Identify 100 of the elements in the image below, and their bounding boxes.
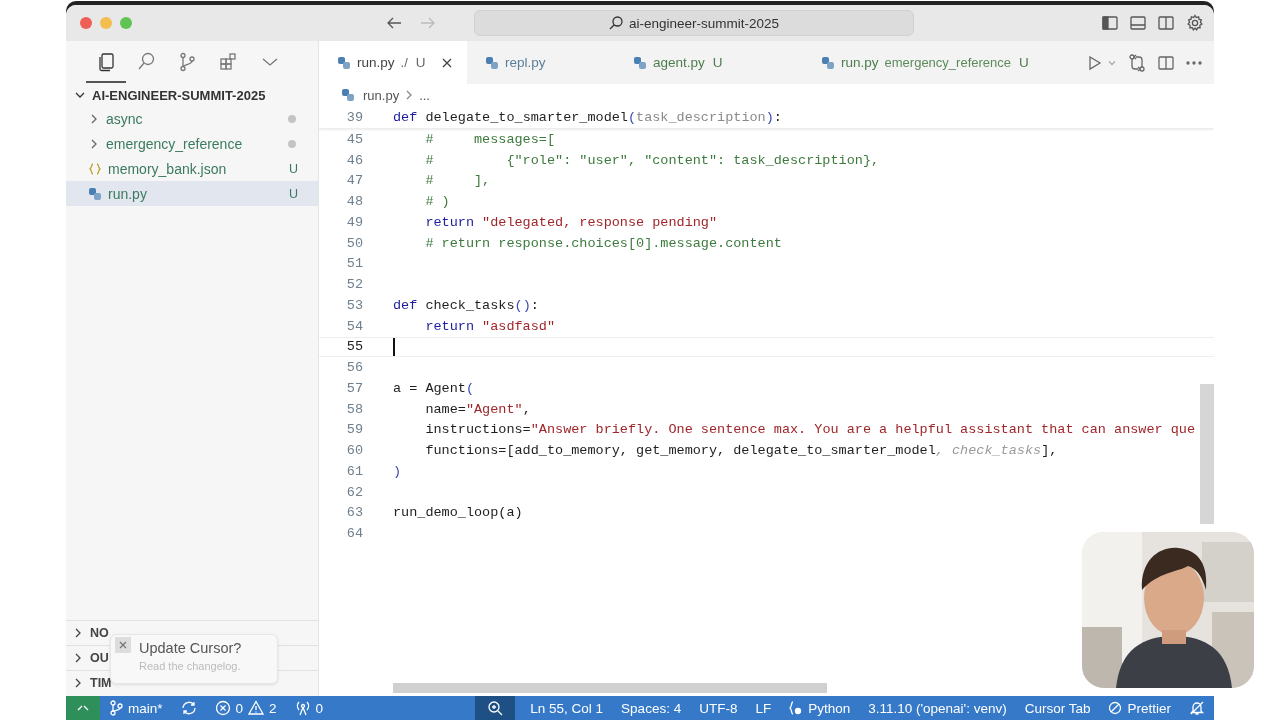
code-line: # ],: [424, 173, 491, 189]
window-control-dot[interactable]: [120, 17, 132, 29]
code-line: run_demo_loop(a): [393, 505, 523, 521]
line-number: 45: [345, 131, 363, 147]
code-line: # messages=[: [424, 131, 556, 147]
line-number: 55: [345, 339, 363, 355]
branch-icon: [109, 700, 123, 716]
python-file-icon: [485, 55, 499, 70]
explorer-root-header[interactable]: AI-ENGINEER-SUMMIT-2025: [66, 84, 318, 106]
zoom-button[interactable]: [475, 696, 516, 720]
run-icon[interactable]: [1088, 54, 1102, 71]
file-tree-item[interactable]: run.py U: [66, 181, 318, 206]
line-number: 51: [345, 256, 363, 272]
code-line: return "delegated, response pending": [424, 214, 718, 230]
compare-changes-icon[interactable]: [1128, 53, 1146, 72]
git-status-letter: U: [288, 161, 298, 176]
line-number: 56: [345, 360, 363, 376]
indentation-button[interactable]: Spaces: 4: [612, 696, 691, 720]
warning-icon: [248, 700, 265, 716]
text-cursor: [393, 337, 395, 356]
code-line: # {"role": "user", "content": task_description},: [424, 152, 880, 168]
window-control-dot[interactable]: [100, 17, 112, 29]
bell-muted-icon: [1189, 700, 1205, 716]
back-arrow-icon[interactable]: [386, 16, 402, 30]
line-number: 57: [345, 380, 363, 396]
code-line: def delegate_to_smarter_model(task_description):: [393, 109, 782, 125]
code-line: # return response.choices[0].message.content: [424, 235, 782, 251]
sync-icon: [180, 700, 197, 716]
file-tree-item[interactable]: memory_bank.json U: [66, 156, 318, 181]
search-icon: [137, 52, 157, 72]
split-layout-icon[interactable]: [1158, 15, 1174, 31]
scrollbar-thumb[interactable]: [1200, 384, 1214, 524]
settings-icon[interactable]: [1186, 14, 1204, 32]
scrollbar-thumb[interactable]: [393, 683, 827, 693]
file-tree-item[interactable]: emergency_reference: [66, 131, 318, 156]
more-actions-icon[interactable]: [1186, 60, 1202, 65]
line-number: 58: [345, 401, 363, 417]
panel-toggle-icon[interactable]: [1130, 15, 1146, 31]
close-button[interactable]: [115, 637, 131, 653]
close-icon: [118, 640, 128, 650]
source-control-icon: [178, 52, 198, 72]
problems-button[interactable]: 0 2: [205, 696, 286, 720]
line-number: 61: [345, 463, 363, 479]
code-line: functions=[add_to_memory, get_memory, delegate_to_smarter_model, check_tasks],: [424, 443, 1058, 459]
python-file-icon: [88, 186, 102, 201]
line-number: 39: [345, 109, 363, 125]
language-button[interactable]: Python: [780, 696, 860, 720]
python-file-icon: [337, 55, 351, 70]
editor-tab[interactable]: run.py emergency_reference U: [803, 41, 1039, 84]
json-file-icon: [88, 161, 102, 176]
search-icon: [608, 16, 623, 30]
code-line: return "asdfasd": [424, 318, 556, 334]
line-number: 52: [345, 277, 363, 293]
code-line: instructions="Answer briefly. One sentence max. You are a helpful assistant that can answer que: [424, 422, 1196, 438]
line-number: 47: [345, 173, 363, 189]
files-icon: [96, 52, 116, 72]
close-icon: [441, 57, 452, 68]
line-number: 60: [345, 443, 363, 459]
python-file-icon: [341, 88, 355, 102]
line-number: 54: [345, 318, 363, 334]
editor-tab[interactable]: repl.py: [467, 41, 615, 84]
zoom-in-icon: [487, 700, 504, 716]
line-number: 62: [345, 484, 363, 500]
code-line: name="Agent",: [424, 401, 531, 417]
python-file-icon: [633, 55, 647, 70]
editor-tab[interactable]: run.py ./ U: [319, 41, 467, 84]
code-line: a = Agent(: [393, 380, 475, 396]
broadcast-icon: [294, 700, 311, 716]
editor-tab[interactable]: agent.py U: [615, 41, 803, 84]
ports-button[interactable]: 0: [285, 696, 333, 720]
error-icon: [214, 700, 231, 716]
line-number: 64: [345, 526, 363, 542]
line-number: 50: [345, 235, 363, 251]
python-file-icon: [821, 55, 835, 70]
window-control-dot[interactable]: [80, 17, 92, 29]
breadcrumb-item[interactable]: ...: [419, 87, 430, 103]
git-status-letter: U: [288, 186, 298, 201]
extensions-icon: [219, 52, 239, 72]
chevron-right-icon: [405, 90, 414, 100]
cursor-tab-button[interactable]: Cursor Tab: [1015, 696, 1100, 720]
interpreter-button[interactable]: 3.11.10 ('openai': venv): [859, 696, 1016, 720]
encoding-button[interactable]: UTF-8: [690, 696, 747, 720]
cursor-position-button[interactable]: Ln 55, Col 1: [521, 696, 613, 720]
line-number: 49: [345, 214, 363, 230]
line-number: 59: [345, 422, 363, 438]
breadcrumb-item[interactable]: run.py: [341, 87, 400, 103]
code-line: def check_tasks():: [393, 297, 539, 313]
split-editor-icon[interactable]: [1158, 54, 1174, 71]
file-tree-item[interactable]: async: [66, 106, 318, 131]
formatter-button[interactable]: Prettier: [1099, 696, 1180, 720]
line-number: 48: [345, 194, 363, 210]
sidebar-toggle-icon[interactable]: [1102, 15, 1118, 31]
line-ending-button[interactable]: LF: [746, 696, 781, 720]
line-number: 63: [345, 505, 363, 521]
braces-icon: [789, 701, 804, 715]
line-number: 53: [345, 297, 363, 313]
branch-button[interactable]: main*: [100, 696, 172, 720]
command-search-field[interactable]: ai-engineer-summit-2025: [474, 10, 914, 36]
disabled-icon: [1108, 701, 1123, 715]
code-line: # ): [424, 194, 450, 210]
